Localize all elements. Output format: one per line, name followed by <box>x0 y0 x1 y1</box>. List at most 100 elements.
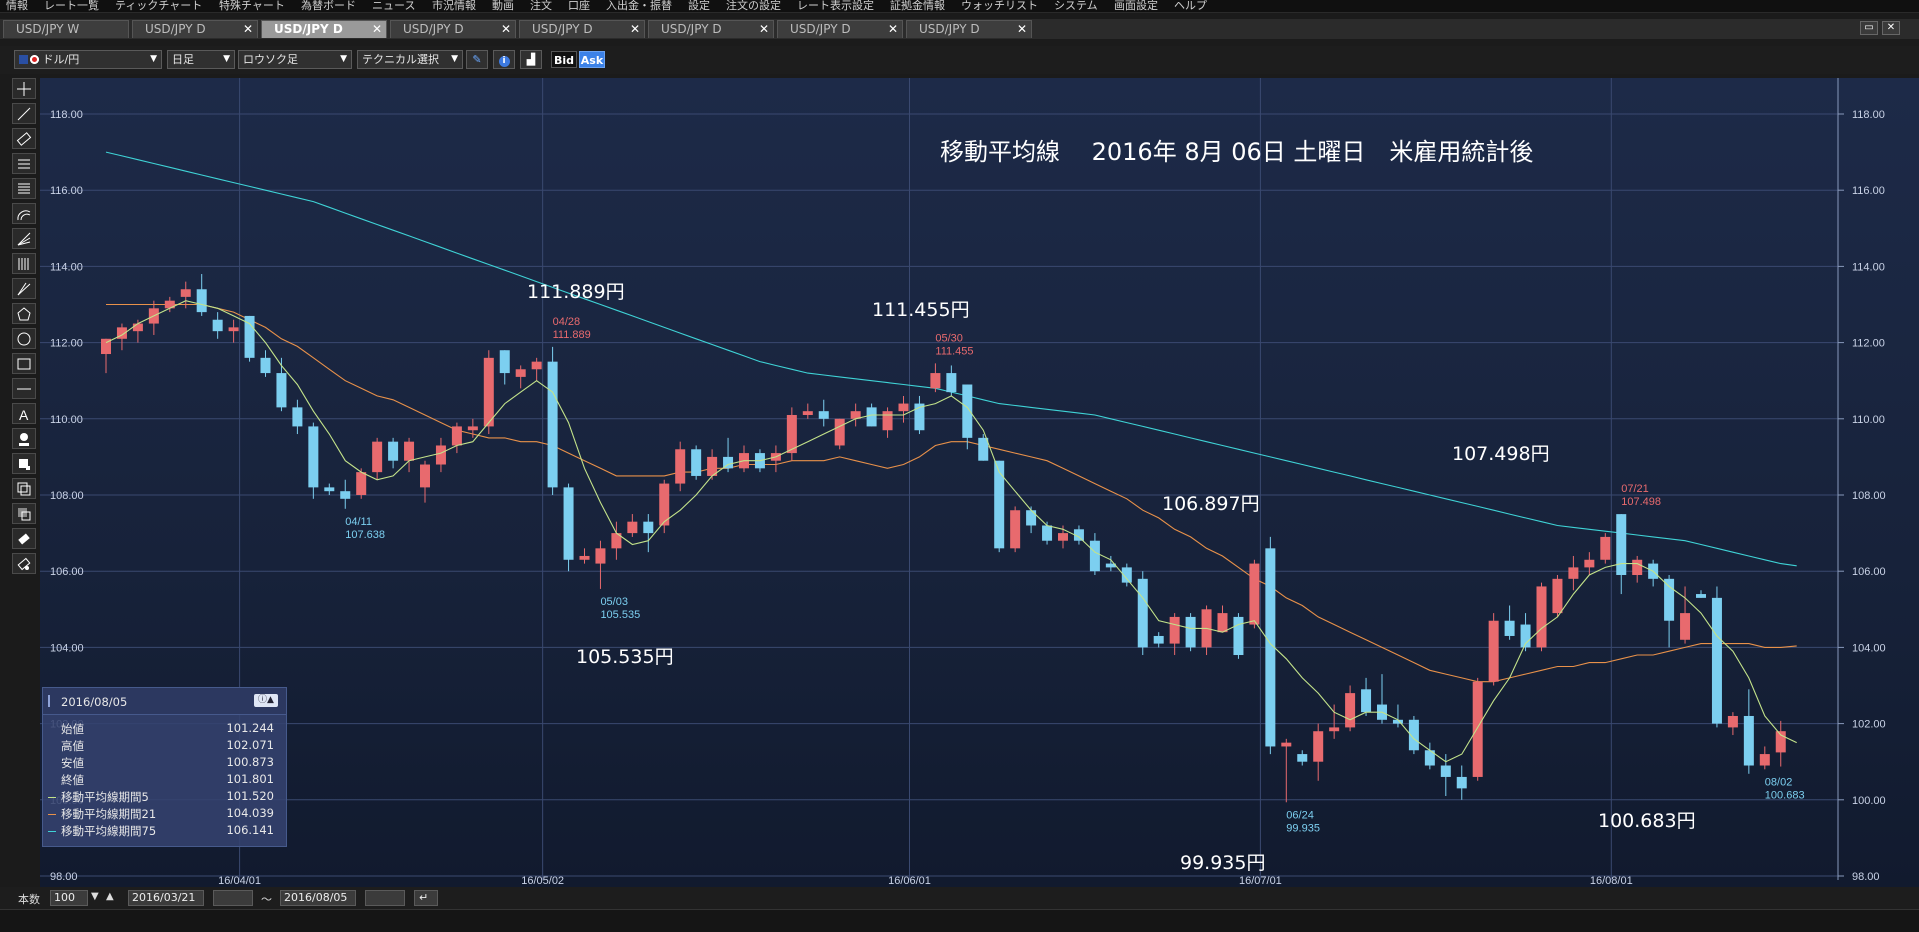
menu-item[interactable]: ヘルプ <box>1174 0 1207 12</box>
extreme-value-label: 99.935 <box>1286 822 1320 834</box>
candle-body <box>228 327 239 332</box>
info-toggle-button[interactable]: ⓘ▲ <box>254 694 278 707</box>
price-annotation: 106.897円 <box>1162 493 1260 515</box>
menu-item[interactable]: 入出金・振替 <box>606 0 672 12</box>
menu-item[interactable]: 情報 <box>6 0 28 12</box>
chart-tab[interactable]: USD/JPY D ✕ <box>906 20 1032 38</box>
currency-pair-select[interactable]: ドル/円 ▼ <box>14 50 162 69</box>
chart-area[interactable]: 118.00 118.00 116.00 116.00 114.00 114.00 112.… <box>40 78 1919 890</box>
menu-item[interactable]: システム <box>1054 0 1098 12</box>
info-icon: i <box>498 56 510 67</box>
menu-item[interactable]: 口座 <box>568 0 590 12</box>
rectangle-tool-button[interactable] <box>12 353 36 374</box>
drag-handle-icon[interactable] <box>48 695 50 707</box>
chart-tab[interactable]: USD/JPY D ✕ <box>261 20 387 38</box>
extreme-date-label: 04/11 <box>345 516 372 528</box>
close-tab-icon[interactable]: ✕ <box>630 21 640 38</box>
count-down-button[interactable]: ▼ <box>91 891 99 902</box>
info-label: 終値 <box>61 773 84 787</box>
tab-label: USD/JPY D <box>403 22 464 36</box>
crosshair-tool-button[interactable] <box>12 78 36 99</box>
trendline-tool-button[interactable] <box>12 103 36 124</box>
pen-tool-button[interactable]: ✎ <box>466 50 488 69</box>
candle-body <box>1616 514 1627 576</box>
ruler-tool-button[interactable] <box>12 128 36 149</box>
tab-label: USD/JPY D <box>532 22 593 36</box>
circle-tool-button[interactable] <box>12 328 36 349</box>
technical-select[interactable]: テクニカル選択 ▼ <box>357 50 463 69</box>
ask-button[interactable]: Ask <box>579 51 605 68</box>
fib-vertical-icon <box>18 258 29 270</box>
menu-item[interactable]: 設定 <box>688 0 710 12</box>
close-tab-icon[interactable]: ✕ <box>372 21 382 38</box>
close-window-button[interactable]: ✕ <box>1882 21 1900 35</box>
channel-lines-tool-button[interactable] <box>12 178 36 199</box>
candle-body <box>1185 616 1196 648</box>
eraser-icon <box>18 533 30 545</box>
menu-item[interactable]: 動画 <box>492 0 514 12</box>
menu-item[interactable]: 注文 <box>530 0 552 12</box>
chart-tab[interactable]: USD/JPY D ✕ <box>519 20 645 38</box>
to-date-input[interactable]: 2016/08/05 <box>280 890 356 906</box>
info-label: 移動平均線期間5 <box>61 790 149 804</box>
close-tab-icon[interactable]: ✕ <box>759 21 769 38</box>
chart-tab[interactable]: USD/JPY W <box>3 20 129 38</box>
close-tab-icon[interactable]: ✕ <box>888 21 898 38</box>
candle-body <box>340 491 351 499</box>
menu-item[interactable]: ニュース <box>372 0 415 12</box>
menu-item[interactable]: レート一覧 <box>44 0 99 12</box>
text-tool-button[interactable]: A <box>12 403 36 424</box>
count-input[interactable]: 100 <box>50 890 88 906</box>
refresh-button[interactable]: ↵ <box>414 890 438 906</box>
horizontal-lines-tool-button[interactable] <box>12 153 36 174</box>
layers-tool-button[interactable] <box>12 478 36 499</box>
price-chart[interactable]: 118.00 118.00 116.00 116.00 114.00 114.00 112.… <box>40 78 1919 890</box>
menu-item[interactable]: 注文の設定 <box>726 0 781 12</box>
candle-body <box>1042 525 1053 541</box>
bid-button[interactable]: Bid <box>551 51 577 68</box>
from-time-input[interactable] <box>213 890 253 906</box>
arc-tool-button[interactable] <box>12 203 36 224</box>
eraser-tool-button[interactable] <box>12 528 36 549</box>
trendline-icon <box>17 107 31 121</box>
close-tab-icon[interactable]: ✕ <box>1017 21 1027 38</box>
chart-style-button[interactable]: ▟ <box>520 50 542 69</box>
fan-tool-button[interactable] <box>12 228 36 249</box>
hline-tool-button[interactable] <box>12 378 36 399</box>
menu-item[interactable]: 為替ボード <box>301 0 356 12</box>
to-time-input[interactable] <box>365 890 405 906</box>
close-tab-icon[interactable]: ✕ <box>243 21 253 38</box>
icon-tool-button[interactable] <box>12 428 36 449</box>
candle-body <box>483 357 494 427</box>
chart-tab[interactable]: USD/JPY D ✕ <box>648 20 774 38</box>
menu-item[interactable]: レート表示設定 <box>797 0 874 12</box>
info-row: 安値 100.873 <box>43 755 286 772</box>
chart-tab[interactable]: USD/JPY D ✕ <box>777 20 903 38</box>
menu-item[interactable]: ティックチャート <box>115 0 202 12</box>
period-label: 日足 <box>172 53 194 66</box>
menu-item[interactable]: 市況情報 <box>432 0 476 12</box>
chart-tab[interactable]: USD/JPY D ✕ <box>390 20 516 38</box>
period-select[interactable]: 日足 ▼ <box>167 50 235 69</box>
close-tab-icon[interactable]: ✕ <box>501 21 511 38</box>
copy-tool-button[interactable] <box>12 503 36 524</box>
info-value: 104.039 <box>226 806 274 820</box>
eraser-cursor-tool-button[interactable] <box>12 453 36 474</box>
candle-body <box>1361 689 1372 713</box>
count-up-button[interactable]: ▲ <box>106 891 114 902</box>
chart-type-select[interactable]: ロウソク足 ▼ <box>238 50 352 69</box>
pitchfork-tool-button[interactable] <box>12 278 36 299</box>
menu-item[interactable]: ウォッチリスト <box>961 0 1038 12</box>
polygon-tool-button[interactable] <box>12 303 36 324</box>
info-button[interactable]: i <box>493 50 515 69</box>
menu-item[interactable]: 画面設定 <box>1114 0 1158 12</box>
legend-line-swatch <box>48 831 56 832</box>
restore-window-button[interactable]: ▭ <box>1860 21 1878 35</box>
from-date-input[interactable]: 2016/03/21 <box>128 890 204 906</box>
fib-vertical-tool-button[interactable] <box>12 253 36 274</box>
candle-body <box>324 487 335 492</box>
clear-tool-button[interactable] <box>12 553 36 574</box>
menu-item[interactable]: 特殊チャート <box>219 0 285 12</box>
menu-item[interactable]: 証拠金情報 <box>890 0 945 12</box>
chart-tab[interactable]: USD/JPY D ✕ <box>132 20 258 38</box>
